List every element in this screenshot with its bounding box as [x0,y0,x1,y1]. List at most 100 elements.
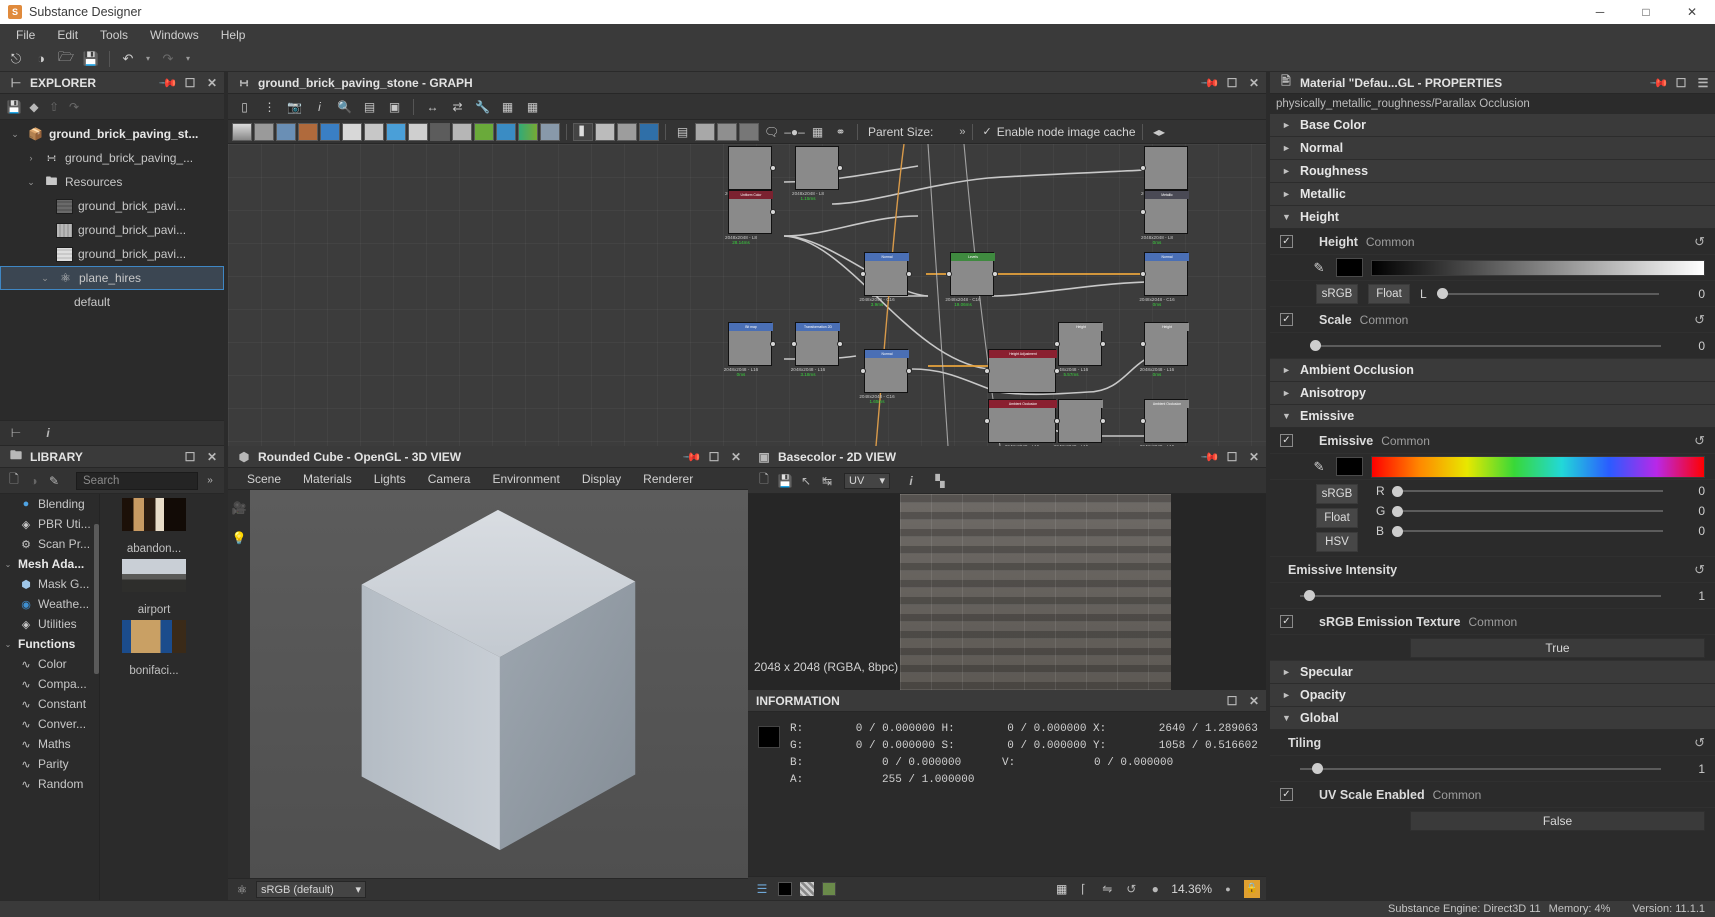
eyedropper-icon[interactable]: ✎ [1310,260,1328,276]
library-item[interactable]: airport [104,559,204,616]
camera-icon[interactable]: 📷 [284,97,305,117]
close-icon[interactable]: ✕ [1246,693,1262,709]
histogram-icon[interactable]: ▚ [932,473,948,489]
emissive-srgb-button[interactable]: sRGB [1316,484,1358,504]
reset-icon[interactable]: ↺ [1694,234,1705,250]
grid-icon[interactable]: ▦ [1056,882,1067,896]
refresh-icon[interactable]: ↷ [66,99,82,115]
upload-icon[interactable]: ⇧ [46,99,62,115]
link-icon[interactable]: ↔ [422,97,443,117]
blend-node-button[interactable] [320,122,340,141]
open-icon[interactable]: 🗁 [55,49,77,69]
collapse-toolbar-icon[interactable]: ◂▸ [1149,122,1170,142]
height-gradient-bar[interactable] [1371,259,1705,276]
tree-item-bitmap-2[interactable]: ground_brick_pavi... [0,218,224,242]
chevron-right-icon[interactable]: › [24,153,38,163]
menu-file[interactable]: File [6,26,45,44]
menu-edit[interactable]: Edit [47,26,88,44]
emissive-r-slider[interactable] [1392,484,1663,498]
save-icon[interactable]: 💾 [6,99,22,115]
dot-icon[interactable]: ● [1147,881,1163,897]
comment-bubble-icon[interactable]: 🗨 [761,122,782,142]
graph-node[interactable]: Bit map 2048x2048 - L16 0ms [724,322,776,377]
library-cat-mask[interactable]: ⬢ Mask G... [0,574,99,594]
emissive-g-slider[interactable] [1392,504,1663,518]
info-icon[interactable]: i [309,97,330,117]
transform-node-button[interactable] [342,122,362,141]
chevron-down-icon[interactable]: ⌄ [24,177,38,188]
emissive-float-button[interactable]: Float [1316,508,1358,528]
atlas-node-button[interactable] [639,122,659,141]
chevron-down-icon[interactable]: ⌄ [2,640,14,649]
section-anisotropy[interactable]: ► Anisotropy [1270,382,1715,405]
shape-node-button[interactable] [386,122,406,141]
warp-node-button[interactable] [364,122,384,141]
section-base-color[interactable]: ► Base Color [1270,114,1715,137]
grid-icon[interactable]: ▦ [522,97,543,117]
transform-icon[interactable]: ↺ [1123,881,1139,897]
view3d-menu-camera[interactable]: Camera [417,472,482,486]
close-button[interactable]: ✕ [1669,0,1715,24]
scale-checkbox[interactable]: ✓ [1280,313,1293,326]
emissive-checkbox[interactable]: ✓ [1280,434,1293,447]
new-filter-icon[interactable]: 🗋 [6,472,22,489]
parent-size-chevron[interactable]: » [959,126,965,138]
graph-node[interactable]: 2048x2048 - L16 [1054,399,1106,446]
pin-marker-icon[interactable]: ⚭ [830,122,851,142]
tree-item-bitmap-1[interactable]: ground_brick_pavi... [0,194,224,218]
graph-node[interactable]: Transformation 2D 2048x2048 - L16 3.18ms [791,322,843,377]
blur-node-button[interactable] [430,122,450,141]
gradient-node-button[interactable] [452,122,472,141]
library-cat-utilities[interactable]: ◈ Utilities [0,614,99,634]
fit-icon[interactable]: ▣ [384,97,405,117]
graph-node[interactable]: Normal 2048x2048 - C16 0ms [1139,252,1189,307]
menu-help[interactable]: Help [211,26,256,44]
graph-node[interactable]: Ambient Occlusion 2048x2048 - L16 [984,399,1060,446]
tree-view-icon[interactable]: ⊢ [8,425,24,441]
library-cat-pbr[interactable]: ◈ PBR Uti... [0,514,99,534]
pin-icon[interactable]: 📌 [1200,446,1220,466]
library-cat-scan[interactable]: ⚙ Scan Pr... [0,534,99,554]
section-ambient-occlusion[interactable]: ► Ambient Occlusion [1270,359,1715,382]
close-icon[interactable]: ✕ [728,449,744,465]
settings-dot-icon[interactable]: ● [1220,881,1236,897]
menu-windows[interactable]: Windows [140,26,209,44]
curve-node-button[interactable] [298,122,318,141]
black-swatch-icon[interactable] [778,881,792,896]
view3d-menu-materials[interactable]: Materials [292,472,363,486]
select-icon[interactable]: ▯ [234,97,255,117]
view3d-menu-lights[interactable]: Lights [363,472,417,486]
graph-node[interactable]: Uniform Color 2048x2048 - L8 28.14ms [725,190,776,245]
graph-node[interactable]: 2048x2048 - L8 1.15ms [792,146,843,201]
uniform-node-button[interactable] [254,122,274,141]
srgb-emission-value[interactable]: True [1410,637,1705,658]
library-item[interactable]: bonifaci... [104,620,204,677]
image-icon[interactable] [822,881,836,896]
emissive-color-swatch[interactable] [1336,457,1363,476]
frame-node-icon[interactable]: –●– [784,122,805,142]
section-emissive[interactable]: ▼ Emissive [1270,405,1715,428]
reset-icon[interactable]: ↺ [1694,562,1705,578]
link-icon[interactable]: ↹ [819,473,835,489]
node-align-icon[interactable]: ⇄ [447,97,468,117]
view2d-viewport[interactable]: 2048 x 2048 (RGBA, 8bpc) [748,494,1266,690]
library-cat-constant[interactable]: ∿ Constant [0,694,99,714]
scale-slider[interactable] [1310,339,1661,353]
pin-icon[interactable]: 📌 [682,446,702,466]
section-specular[interactable]: ► Specular [1270,661,1715,684]
float-icon[interactable]: ☐ [1673,75,1689,91]
chevron-down-icon[interactable]: ⌄ [38,273,52,284]
menu-tools[interactable]: Tools [90,26,138,44]
close-icon[interactable]: ✕ [1246,449,1262,465]
graph-node[interactable]: Levels 2048x2048 - C16 19.06ms [945,252,998,307]
tile-node-button[interactable] [408,122,428,141]
info-icon[interactable]: i [40,425,56,441]
srgb-emission-checkbox[interactable]: ✓ [1280,615,1293,628]
float-icon[interactable]: ☐ [1224,693,1240,709]
compare-icon[interactable]: ⇋ [1099,881,1115,897]
library-scrollbar[interactable] [94,524,99,674]
mask-node-button[interactable] [617,122,637,141]
tree-item-default[interactable]: default [0,290,224,314]
graph-node[interactable]: Normal 2048x2048 - C16 1.65ms [859,349,912,404]
undo-dropdown-icon[interactable]: ▾ [142,49,154,69]
